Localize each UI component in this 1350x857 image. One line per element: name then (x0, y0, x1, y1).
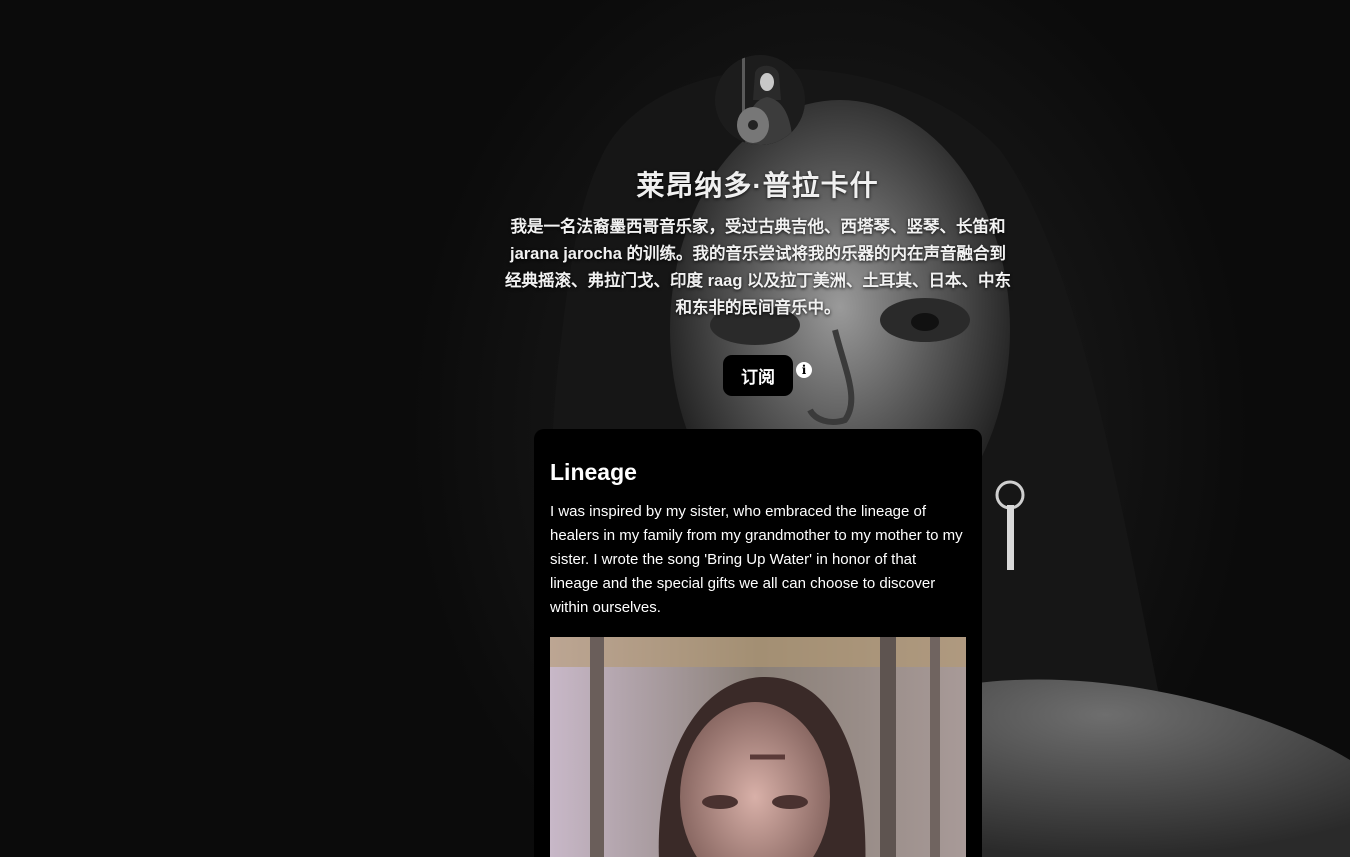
info-icon[interactable]: i (796, 362, 812, 378)
subscribe-button[interactable]: 订阅 (723, 355, 793, 396)
post-card: Lineage I was inspired by my sister, who… (534, 429, 982, 857)
card-video-thumbnail[interactable] (550, 637, 966, 857)
card-title: Lineage (550, 459, 637, 485)
artist-avatar (715, 55, 805, 145)
profile-content: 莱昂纳多·普拉卡什 我是一名法裔墨西哥音乐家，受过古典吉他、西塔琴、竖琴、长笛和… (0, 0, 1350, 857)
page: 莱昂纳多·普拉卡什 我是一名法裔墨西哥音乐家，受过古典吉他、西塔琴、竖琴、长笛和… (0, 0, 1350, 857)
artist-name: 莱昂纳多·普拉卡什 (636, 170, 879, 201)
artist-bio: 我是一名法裔墨西哥音乐家，受过古典吉他、西塔琴、竖琴、长笛和 jarana ja… (504, 218, 1012, 317)
card-text: I was inspired by my sister, who embrace… (550, 503, 963, 616)
